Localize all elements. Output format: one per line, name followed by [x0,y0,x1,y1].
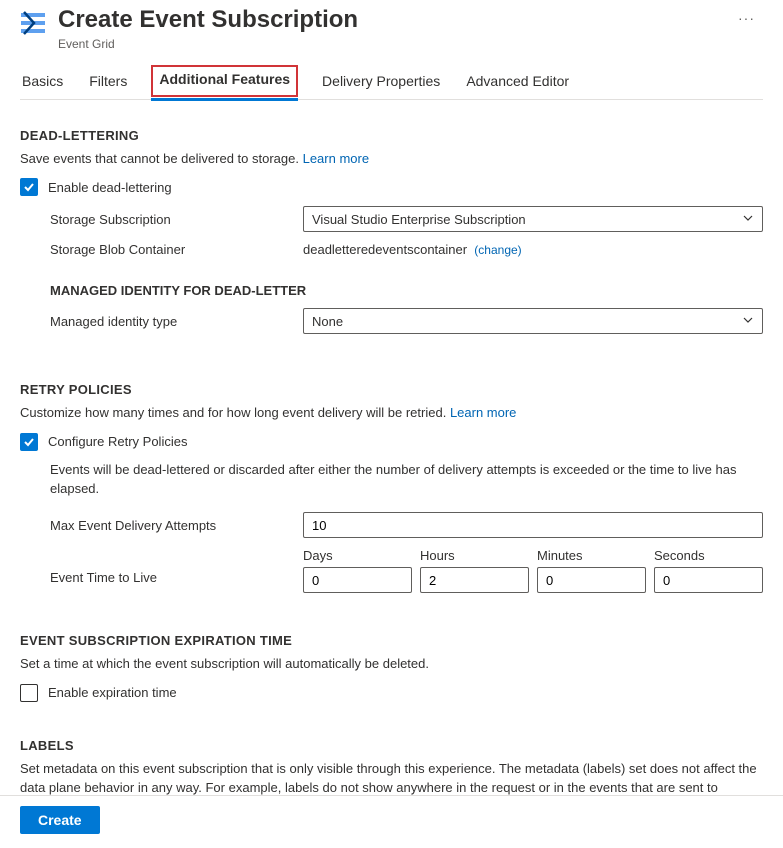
storage-sub-label: Storage Subscription [20,212,303,227]
labels-heading: LABELS [20,738,763,753]
storage-sub-select[interactable]: Visual Studio Enterprise Subscription [303,206,763,232]
chevron-down-icon [742,314,754,329]
ttl-seconds-label: Seconds [654,548,763,563]
tab-basics[interactable]: Basics [20,65,65,99]
enable-deadletter-checkbox[interactable] [20,178,38,196]
page-subtitle: Event Grid [58,37,718,51]
create-button[interactable]: Create [20,806,100,834]
expiration-desc: Set a time at which the event subscripti… [20,654,763,674]
managed-identity-select[interactable]: None [303,308,763,334]
ttl-minutes-input[interactable] [537,567,646,593]
enable-expiration-checkbox[interactable] [20,684,38,702]
ttl-hours-label: Hours [420,548,529,563]
ttl-days-input[interactable] [303,567,412,593]
more-button[interactable]: ··· [730,6,763,30]
tab-advanced-editor[interactable]: Advanced Editor [464,65,571,99]
tabs: Basics Filters Additional Features Deliv… [20,65,763,100]
retry-note: Events will be dead-lettered or discarde… [50,461,763,499]
ttl-seconds-input[interactable] [654,567,763,593]
storage-blob-change-link[interactable]: (change) [474,243,521,257]
max-attempts-label: Max Event Delivery Attempts [20,518,303,533]
storage-blob-label: Storage Blob Container [20,242,303,257]
tab-filters[interactable]: Filters [87,65,129,99]
ttl-hours-input[interactable] [420,567,529,593]
ttl-days-label: Days [303,548,412,563]
event-grid-icon [20,10,46,36]
tab-delivery-properties[interactable]: Delivery Properties [320,65,442,99]
managed-identity-label: Managed identity type [20,314,303,329]
enable-expiration-label: Enable expiration time [48,685,177,700]
tab-additional-features[interactable]: Additional Features [151,65,298,97]
max-attempts-input[interactable] [303,512,763,538]
storage-blob-value: deadletteredeventscontainer [303,242,467,257]
chevron-down-icon [742,212,754,227]
managed-identity-heading: MANAGED IDENTITY FOR DEAD-LETTER [50,283,763,298]
deadletter-heading: DEAD-LETTERING [20,128,763,143]
deadletter-learn-more-link[interactable]: Learn more [303,151,369,166]
deadletter-desc: Save events that cannot be delivered to … [20,149,763,169]
ttl-minutes-label: Minutes [537,548,646,563]
storage-sub-value: Visual Studio Enterprise Subscription [312,212,526,227]
configure-retry-label: Configure Retry Policies [48,434,187,449]
page-title: Create Event Subscription [58,6,718,35]
enable-deadletter-label: Enable dead-lettering [48,180,172,195]
retry-heading: RETRY POLICIES [20,382,763,397]
ttl-label: Event Time to Live [20,548,303,585]
managed-identity-value: None [312,314,343,329]
retry-learn-more-link[interactable]: Learn more [450,405,516,420]
retry-desc: Customize how many times and for how lon… [20,403,763,423]
configure-retry-checkbox[interactable] [20,433,38,451]
expiration-heading: EVENT SUBSCRIPTION EXPIRATION TIME [20,633,763,648]
